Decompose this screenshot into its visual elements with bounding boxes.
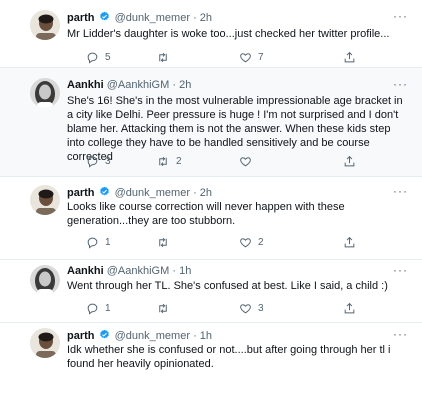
like-button[interactable]: 2	[239, 235, 264, 249]
heart-icon	[240, 52, 251, 62]
verified-badge-icon	[99, 329, 110, 344]
author-name[interactable]: Aankhi	[67, 265, 104, 277]
avatar[interactable]	[30, 328, 60, 358]
reply-count: 5	[105, 51, 111, 63]
author-handle[interactable]: @dunk_memer	[115, 187, 190, 199]
reply-button[interactable]: 1	[86, 301, 111, 315]
tweet-text: Went through her TL. She's confused at b…	[67, 280, 388, 292]
timestamp[interactable]: 2h	[179, 79, 191, 91]
tweet-actions: 1 3	[67, 301, 367, 315]
tweet-text: Mr Lidder's daughter is woke too...just …	[67, 28, 390, 40]
reply-button[interactable]: 1	[86, 235, 111, 249]
like-button[interactable]: 3	[239, 301, 264, 315]
timestamp[interactable]: 1h	[200, 330, 212, 342]
retweet-icon	[159, 303, 167, 313]
more-options-icon[interactable]: ···	[393, 327, 408, 341]
author-name[interactable]: parth	[67, 12, 95, 24]
author-name[interactable]: parth	[67, 330, 95, 342]
reply-count: 3	[105, 155, 111, 167]
timestamp[interactable]: 2h	[200, 12, 212, 24]
tweet-header: parth @dunk_memer · 1h	[67, 329, 212, 344]
like-button[interactable]	[239, 154, 258, 168]
timestamp[interactable]: 2h	[200, 187, 212, 199]
woman-avatar-icon	[30, 265, 60, 295]
share-icon	[344, 236, 355, 247]
tweet-2[interactable]: parth @dunk_memer · 2h ··· Looks like co…	[0, 177, 422, 260]
more-options-icon[interactable]: ···	[393, 184, 408, 198]
verified-badge-icon	[99, 11, 110, 26]
heart-icon	[240, 156, 251, 166]
avatar[interactable]	[30, 10, 60, 40]
separator-dot: ·	[193, 187, 197, 199]
retweet-icon	[159, 237, 167, 247]
woman-avatar-icon	[30, 78, 60, 108]
separator-dot: ·	[193, 12, 197, 24]
share-button[interactable]	[343, 235, 356, 249]
more-options-icon[interactable]: ···	[393, 77, 408, 91]
share-button[interactable]	[343, 301, 356, 315]
author-name[interactable]: parth	[67, 187, 95, 199]
more-options-icon[interactable]: ···	[393, 9, 408, 23]
share-icon	[344, 302, 355, 313]
avatar[interactable]	[30, 185, 60, 215]
reply-count: 1	[105, 236, 111, 248]
more-options-icon[interactable]: ···	[393, 263, 408, 277]
share-button[interactable]	[343, 154, 356, 168]
share-icon	[344, 155, 355, 166]
timestamp[interactable]: 1h	[179, 265, 191, 277]
tweet-actions: 5 7	[67, 50, 367, 64]
reply-icon	[87, 52, 98, 64]
avatar[interactable]	[30, 78, 60, 108]
separator-dot: ·	[172, 265, 177, 277]
heart-icon	[240, 237, 251, 247]
retweet-count: 2	[176, 155, 182, 167]
tweet-text: Idk whether she is confused or not....bu…	[67, 344, 391, 370]
reply-count: 1	[105, 302, 111, 314]
reply-icon	[87, 237, 98, 249]
tweet-header: Aankhi @AankhiGM · 1h	[67, 265, 191, 278]
retweet-icon	[159, 52, 167, 62]
avatar[interactable]	[30, 265, 60, 295]
retweet-button[interactable]	[156, 235, 176, 249]
tweet-3[interactable]: Aankhi @AankhiGM · 1h ··· Went through h…	[0, 260, 422, 323]
tweet-header: parth @dunk_memer · 2h	[67, 186, 212, 201]
retweet-icon	[159, 156, 167, 166]
author-handle[interactable]: @dunk_memer	[115, 12, 190, 24]
share-button[interactable]	[343, 50, 356, 64]
like-count: 3	[258, 302, 264, 314]
tweet-text: Looks like course correction will never …	[67, 201, 345, 227]
like-button[interactable]: 7	[239, 50, 264, 64]
author-handle[interactable]: @AankhiGM	[107, 265, 170, 277]
like-count: 2	[258, 236, 264, 248]
verified-badge-icon	[99, 186, 110, 201]
reply-button[interactable]: 3	[86, 154, 111, 168]
author-handle[interactable]: @AankhiGM	[107, 79, 170, 91]
retweet-button[interactable]	[156, 301, 176, 315]
tweet-4[interactable]: parth @dunk_memer · 1h ··· Idk whether s…	[0, 323, 422, 400]
reply-icon	[87, 303, 98, 315]
tweet-actions: 1 2	[67, 235, 367, 249]
man-avatar-icon	[30, 328, 60, 358]
tweet-1[interactable]: Aankhi @AankhiGM · 2h ··· She's 16! She'…	[0, 68, 422, 177]
separator-dot: ·	[172, 79, 177, 91]
tweet-actions: 3 2	[67, 154, 367, 168]
reply-icon	[87, 156, 98, 168]
separator-dot: ·	[193, 330, 197, 342]
retweet-button[interactable]: 2	[156, 154, 182, 168]
tweet-0[interactable]: parth @dunk_memer · 2h ··· Mr Lidder's d…	[0, 0, 422, 68]
retweet-button[interactable]	[156, 50, 176, 64]
man-avatar-icon	[30, 185, 60, 215]
author-name[interactable]: Aankhi	[67, 79, 104, 91]
author-handle[interactable]: @dunk_memer	[115, 330, 190, 342]
tweet-header: Aankhi @AankhiGM · 2h	[67, 79, 191, 92]
man-avatar-icon	[30, 10, 60, 40]
tweet-header: parth @dunk_memer · 2h	[67, 11, 212, 26]
like-count: 7	[258, 51, 264, 63]
reply-button[interactable]: 5	[86, 50, 111, 64]
heart-icon	[240, 303, 251, 313]
share-icon	[344, 51, 355, 62]
